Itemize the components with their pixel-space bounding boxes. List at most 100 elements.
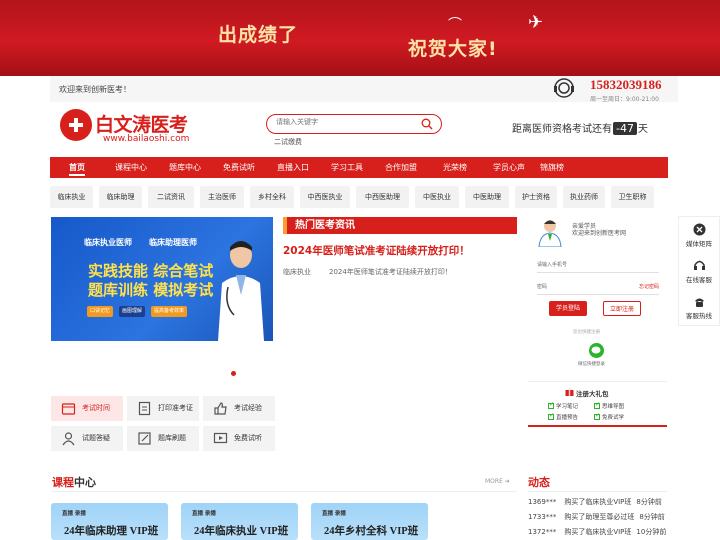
tag-item[interactable]: 中西医助理 [356,186,409,208]
slide-chip: 画图理解 [119,306,146,317]
nav-item-banners[interactable]: 锦旗榜 [536,157,568,178]
login-button[interactable]: 学员登陆 [549,301,587,316]
welcome-text: 欢迎来到创新医考！ [59,85,131,94]
logo-url: www.bailaoshi.com [103,134,190,144]
wechat-icon[interactable] [589,343,604,358]
forgot-password-link[interactable]: 忘记密码 [639,283,659,290]
medical-cross-icon [69,118,83,132]
course-card-name: 24年临床执业 VIP班 [194,526,289,537]
nav-item-home[interactable]: 首页 [50,157,104,178]
course-card-tag: 直播 录播 [62,511,86,517]
news-category: 临床执业 [283,268,311,276]
logo-name[interactable]: 白文涛医考 [95,110,188,137]
countdown-days: -47 [613,122,637,135]
quick-label: 试题答疑 [82,434,110,442]
course-card[interactable]: 直播 录播 24年临床执业 VIP班 [181,503,298,540]
thumbs-up-icon [214,402,227,415]
check-icon [548,412,554,420]
hot-search-link[interactable]: 二试缴费 [274,137,302,147]
tag-item[interactable]: 卫生职称 [611,186,654,208]
document-icon [138,401,151,416]
logo-mark[interactable] [60,109,92,141]
slider-pagination-dot[interactable] [231,371,236,376]
slide-chip: 口诀记忆 [87,306,114,317]
gift-title: 注册大礼包 [576,390,609,398]
nav-item-franchise[interactable]: 合作加盟 [374,157,428,178]
question-bank-button[interactable]: 题库刷题 [127,426,199,451]
tag-item[interactable]: 二试资讯 [148,186,194,208]
gift-item: 直播预告 [548,412,578,421]
tag-item[interactable]: 中医执业 [415,186,459,208]
hotline-button[interactable]: 客服热线 [679,295,719,320]
activity-row: 1372*** 购买了临床执业VIP班 10分钟前 [528,528,667,536]
qa-button[interactable]: 试题答疑 [51,426,123,451]
password-input[interactable]: 密码 忘记密码 [537,278,659,295]
top-bar: 欢迎来到创新医考！ [50,76,678,102]
course-card[interactable]: 直播 录播 24年乡村全科 VIP班 [311,503,428,540]
phone-input[interactable]: 请输入手机号 [537,256,659,273]
nav-item-tools[interactable]: 学习工具 [320,157,374,178]
nav-item-honor[interactable]: 光荣榜 [428,157,482,178]
news-headline[interactable]: 2024年医师笔试准考证陆续开放打印！ [283,243,470,258]
share-icon [693,223,705,236]
quick-label: 考试时间 [82,404,110,412]
doctor-illustration [218,241,264,341]
course-card-tag: 直播 录播 [322,511,346,517]
print-admission-button[interactable]: 打印准考证 [127,396,199,421]
calendar-icon [61,403,76,415]
countdown-prefix: 距离医师资格考试还有 [512,124,612,135]
headset-icon [693,260,705,270]
nav-item-live[interactable]: 直播入口 [266,157,320,178]
news-section-title: 热门医考资讯 [283,217,517,234]
news-list-item[interactable]: 临床执业 2024年医师笔试准考证陆续开放打印！ [283,267,517,277]
slide-label-practicing: 临床执业医师 [84,238,132,247]
free-trial-button[interactable]: 免费试听 [203,426,275,451]
gift-item: 思维导图 [594,401,624,410]
tag-item[interactable]: 执业药师 [563,186,605,208]
service-hours: 周一至周日：9:00-21:00 [590,96,659,103]
tag-item[interactable]: 护士资格 [515,186,557,208]
floating-sidebar: 媒体矩阵 在线客服 客服热线 [678,216,720,326]
top-promo-banner[interactable]: ⌒ ✈ 出成绩了 祝贺大家! [0,0,720,76]
gift-item: 免费试学 [594,412,624,421]
password-placeholder: 密码 [537,284,548,290]
bird-icon: ⌒ [448,17,462,33]
category-tags: 临床执业 临床助理 二试资讯 主治医师 乡村全科 中西医执业 中西医助理 中医执… [50,186,668,210]
course-card[interactable]: 直播 录播 24年临床助理 VIP班 [51,503,168,540]
tag-item[interactable]: 中医助理 [465,186,509,208]
tag-item[interactable]: 主治医师 [200,186,244,208]
register-button[interactable]: 立即注册 [603,301,641,316]
gift-icon [565,388,574,396]
hero-slide[interactable]: 临床执业医师 临床助理医师 实践技能 综合笔试 题库训练 模拟考试 口诀记忆 画… [51,217,273,341]
exam-experience-button[interactable]: 考试经验 [203,396,275,421]
tag-item[interactable]: 乡村全科 [250,186,294,208]
student-avatar [538,220,562,247]
main-nav: 首页 课程中心 题库中心 免费试听 直播入口 学习工具 合作加盟 光荣榜 学员心… [50,157,668,178]
activity-row: 1369*** 购买了临床执业VIP班 8分钟前 [528,498,662,506]
tag-item[interactable]: 中西医执业 [300,186,350,208]
search-icon[interactable] [421,118,433,130]
wechat-login-label[interactable]: 微信快捷登录 [578,361,605,367]
search-input[interactable] [276,118,416,126]
tag-item[interactable]: 临床执业 [50,186,93,208]
video-icon [213,432,228,444]
slide-label-assistant: 临床助理医师 [149,238,197,247]
countdown-suffix: 天 [637,124,648,135]
quick-label: 打印准考证 [158,404,193,412]
nav-item-question-bank[interactable]: 题库中心 [158,157,212,178]
nav-item-free-trial[interactable]: 免费试听 [212,157,266,178]
course-more-link[interactable]: MORE ➔ [485,478,510,485]
quick-label: 免费试听 [234,434,262,442]
greeting-line: 欢迎来到创新医考网 [572,230,627,237]
banner-text-results: 出成绩了 [218,24,299,46]
online-service-button[interactable]: 在线客服 [679,259,719,284]
nav-item-courses[interactable]: 课程中心 [104,157,158,178]
exam-time-button[interactable]: 考试时间 [51,396,123,421]
media-matrix-button[interactable]: 媒体矩阵 [679,223,719,248]
activity-section-title: 动态 [528,476,550,489]
edit-icon [138,432,151,445]
login-panel: 亲爱学员 欢迎来到创新医考网 请输入手机号 密码 忘记密码 学员登陆 立即注册 … [528,216,667,371]
course-section-title: 课程中心 [52,476,96,489]
tag-item[interactable]: 临床助理 [99,186,142,208]
nav-item-testimonials[interactable]: 学员心声 [482,157,536,178]
